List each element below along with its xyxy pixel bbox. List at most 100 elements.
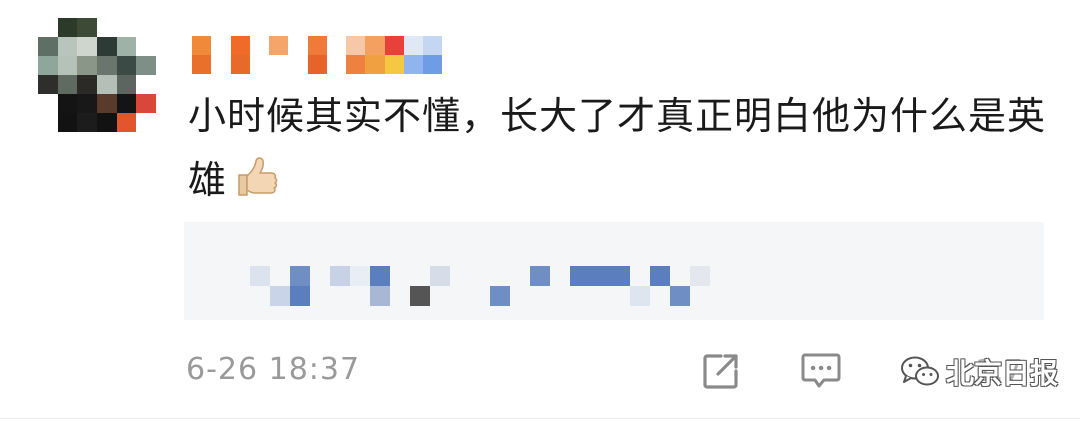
mosaic-pixel — [370, 286, 390, 306]
mosaic-pixel — [269, 55, 288, 74]
watermark-text: 北京日报 — [946, 357, 1059, 390]
mosaic-pixel — [230, 36, 250, 55]
mosaic-pixel — [116, 94, 137, 113]
mosaic-pixel — [117, 18, 137, 37]
comment-button[interactable] — [800, 350, 842, 392]
mosaic-pixel — [470, 266, 490, 286]
mosaic-pixel — [38, 75, 58, 94]
mosaic-pixel — [346, 36, 366, 55]
mosaic-pixel — [590, 266, 610, 286]
mosaic-pixel — [136, 113, 156, 132]
mosaic-pixel — [670, 286, 690, 306]
mosaic-pixel — [590, 286, 610, 306]
mosaic-pixel — [96, 94, 117, 113]
mosaic-pixel — [423, 55, 443, 74]
mosaic-pixel — [57, 113, 78, 132]
mosaic-pixel — [430, 266, 450, 286]
mosaic-pixel — [77, 113, 97, 132]
mosaic-pixel — [330, 266, 350, 286]
timestamp: 6-26 18:37 — [186, 352, 361, 387]
mosaic-pixel — [490, 266, 510, 286]
mosaic-pixel — [270, 266, 290, 286]
mosaic-pixel — [211, 55, 230, 74]
mosaic-pixel — [136, 18, 156, 37]
mosaic-pixel — [410, 286, 430, 306]
mosaic-pixel — [136, 75, 156, 94]
quoted-text-censored — [250, 266, 790, 306]
mosaic-pixel — [250, 266, 270, 286]
mosaic-pixel — [136, 56, 156, 75]
mosaic-pixel — [96, 75, 117, 94]
mosaic-pixel — [192, 36, 212, 55]
comment-text: 小时候其实不懂，长大了才真正明白他为什么是英雄 — [188, 94, 1047, 202]
mosaic-pixel — [710, 266, 730, 286]
mosaic-pixel — [330, 286, 350, 306]
mosaic-pixel — [97, 18, 117, 37]
mosaic-pixel — [270, 286, 290, 306]
mosaic-pixel — [57, 18, 78, 37]
mosaic-pixel — [490, 286, 510, 306]
mosaic-pixel — [610, 286, 630, 306]
mosaic-pixel — [403, 36, 423, 55]
mosaic-pixel — [403, 55, 423, 74]
mosaic-pixel — [38, 18, 58, 37]
mosaic-pixel — [450, 286, 470, 306]
mosaic-pixel — [470, 286, 490, 306]
mosaic-pixel — [730, 266, 750, 286]
mosaic-pixel — [365, 36, 385, 55]
mosaic-pixel — [462, 55, 481, 74]
mosaic-pixel — [650, 286, 670, 306]
mosaic-pixel — [77, 18, 97, 37]
mosaic-pixel — [116, 113, 137, 132]
mosaic-pixel — [250, 36, 269, 55]
mosaic-pixel — [770, 266, 790, 286]
comment-icon — [801, 353, 841, 388]
mosaic-pixel — [390, 266, 410, 286]
mosaic-pixel — [650, 266, 670, 286]
watermark: 北京日报 — [900, 352, 1058, 392]
mosaic-pixel — [116, 56, 137, 75]
mosaic-pixel — [423, 36, 443, 55]
mosaic-pixel — [211, 36, 230, 55]
mosaic-pixel — [250, 286, 270, 306]
mosaic-pixel — [630, 266, 650, 286]
mosaic-pixel — [450, 266, 470, 286]
mosaic-pixel — [307, 36, 327, 55]
comment-body: 小时候其实不懂，长大了才真正明白他为什么是英雄 — [188, 84, 1048, 218]
mosaic-pixel — [690, 286, 710, 306]
mosaic-pixel — [370, 266, 390, 286]
mosaic-pixel — [550, 266, 570, 286]
mosaic-pixel — [690, 266, 710, 286]
mosaic-pixel — [750, 286, 770, 306]
mosaic-pixel — [770, 286, 790, 306]
quoted-content[interactable] — [184, 222, 1044, 320]
avatar[interactable] — [38, 18, 156, 132]
mosaic-pixel — [462, 36, 481, 55]
mosaic-pixel — [570, 286, 590, 306]
mosaic-pixel — [670, 266, 690, 286]
mosaic-pixel — [310, 286, 330, 306]
mosaic-pixel — [38, 113, 58, 132]
mosaic-pixel — [530, 286, 550, 306]
thumbs-up-icon — [233, 154, 279, 218]
mosaic-pixel — [77, 56, 97, 75]
username-censored[interactable] — [192, 36, 500, 74]
mosaic-pixel — [38, 94, 58, 113]
mosaic-pixel — [384, 55, 404, 74]
mosaic-pixel — [610, 266, 630, 286]
mosaic-pixel — [442, 55, 461, 74]
mosaic-pixel — [290, 286, 310, 306]
mosaic-pixel — [570, 266, 590, 286]
share-button[interactable] — [700, 350, 742, 392]
mosaic-pixel — [116, 75, 137, 94]
mosaic-pixel — [346, 55, 366, 74]
mosaic-pixel — [136, 94, 156, 113]
mosaic-pixel — [630, 286, 650, 306]
mosaic-pixel — [38, 37, 58, 56]
mosaic-pixel — [269, 36, 289, 55]
mosaic-pixel — [710, 286, 730, 306]
share-icon — [703, 354, 738, 389]
mosaic-pixel — [390, 286, 410, 306]
mosaic-pixel — [96, 56, 117, 75]
mosaic-pixel — [530, 266, 550, 286]
